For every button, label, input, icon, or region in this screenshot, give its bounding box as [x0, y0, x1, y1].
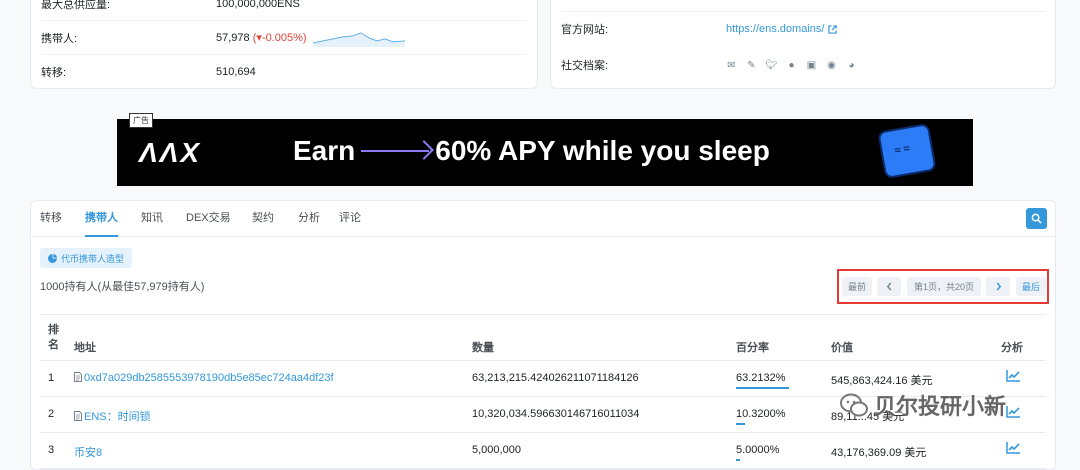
tab-contract[interactable]: 契约: [252, 201, 274, 237]
social-icons: ✉ ✎ 🐦︎ ● ▣ ◉ ◕: [726, 60, 857, 71]
search-button[interactable]: [1026, 208, 1047, 229]
holders-count-text: 1000持有人(从最佳57,979持有人): [40, 281, 205, 293]
chevron-right-icon: [996, 282, 1001, 291]
analytics-chart-icon[interactable]: [1006, 369, 1021, 382]
tab-holders[interactable]: 携带人: [85, 201, 118, 237]
row-percent-bar: [736, 387, 790, 389]
holders-label: 携带人:: [41, 32, 78, 45]
ad-tag: 广告: [129, 113, 153, 128]
table-header: 排名 地址 数量 百分率 价值 分析: [40, 314, 1046, 361]
tab-analytics[interactable]: 分析: [298, 201, 320, 237]
row-percent: 5.0000%: [736, 444, 780, 456]
row-quantity: 10,320,034.596630146716011034: [472, 408, 640, 420]
header-rank: 排名: [48, 324, 59, 351]
last-page-button[interactable]: 最后: [1016, 277, 1046, 296]
page-info: 第1页，共20页: [907, 277, 981, 296]
row-percent: 63.2132%: [736, 372, 786, 384]
website-label: 官方网站:: [561, 24, 609, 36]
social-label: 社交档案:: [561, 60, 609, 72]
row-quantity: 63,213,215.424026211071184126: [472, 372, 639, 384]
ad-logo: ΛΛX: [139, 137, 202, 168]
header-quantity: 数量: [472, 342, 494, 354]
medium-icon[interactable]: ◕: [846, 60, 857, 71]
header-address: 地址: [74, 342, 96, 354]
row-percent-bar: [736, 423, 745, 425]
tab-bar: 转移 携带人 知讯 DEX交易 契约 分析 评论: [31, 201, 1055, 237]
search-icon: [1031, 213, 1042, 224]
ad-headline: Earn 60% APY while you sleep: [293, 135, 770, 167]
row-address-link[interactable]: ENS：时间锁: [84, 411, 151, 423]
profile-card: 官方网站: https://ens.domains/ 社交档案: ✉ ✎ 🐦︎ …: [550, 0, 1056, 89]
mascot-icon: [877, 122, 937, 180]
token-overview-card: 最大总供应量: 100,000,000ENS 携带人: 57,978 (▾-0.…: [30, 0, 538, 89]
token-holders-chart-button[interactable]: 代币携带人造型: [40, 248, 133, 268]
header-percent: 百分率: [736, 342, 769, 354]
website-row: 官方网站: https://ens.domains/: [561, 12, 1045, 46]
row-address-wrap: 0xd7a029db2585553978190db5e85ec724aa4df2…: [74, 372, 334, 384]
ad-tagline: 60% APY while you sleep: [435, 135, 770, 166]
row-value: 43,176,369.09 美元: [831, 447, 927, 459]
transfers-value: 510,694: [216, 66, 256, 78]
twitter-icon[interactable]: 🐦︎: [765, 60, 778, 71]
watermark-text: 贝尔投研小新: [874, 394, 1007, 419]
tab-comments[interactable]: 评论: [339, 201, 361, 237]
row-address-wrap: 币安8: [74, 444, 102, 460]
next-page-button[interactable]: [986, 277, 1010, 296]
first-page-button[interactable]: 最前: [842, 277, 872, 296]
holders-row: 携带人: 57,978 (▾-0.005%): [41, 21, 527, 55]
contract-file-icon: [74, 372, 82, 382]
row-rank: 3: [48, 444, 55, 456]
row-value: 545,863,424.16 美元: [831, 375, 933, 387]
holders-change: (▾-0.005%): [252, 32, 307, 44]
holders-count-value: 57,978: [216, 32, 250, 44]
table-row: 3 币安8 5,000,000 5.0000% 43,176,369.09 美元: [40, 433, 1046, 469]
transfers-row: 转移: 510,694: [41, 55, 527, 89]
max-supply-row: 最大总供应量: 100,000,000ENS: [41, 0, 527, 21]
arrow-right-icon: [361, 150, 430, 152]
analytics-chart-icon[interactable]: [1006, 441, 1021, 454]
row-rank: 2: [48, 408, 55, 420]
holders-sparkline-icon: [313, 32, 405, 47]
ad-earn-text: Earn: [293, 135, 356, 166]
message-icon[interactable]: ▣: [806, 60, 817, 71]
header-value: 价值: [831, 342, 853, 354]
header-analytics: 分析: [1001, 342, 1023, 354]
row-rank: 1: [48, 372, 55, 384]
pie-chart-icon: [48, 253, 57, 263]
chevron-left-icon: [886, 282, 891, 291]
tab-transfers[interactable]: 转移: [40, 201, 62, 237]
pencil-icon[interactable]: ✎: [746, 60, 757, 71]
external-link-icon: [828, 24, 838, 34]
row-percent: 10.3200%: [736, 408, 786, 420]
chart-button-label: 代币携带人造型: [61, 253, 125, 264]
watermark: 贝尔投研小新: [840, 388, 1050, 422]
tab-dex-trades[interactable]: DEX交易: [186, 201, 231, 237]
ad-banner[interactable]: 广告 ΛΛX Earn 60% APY while you sleep: [117, 113, 973, 186]
row-address-wrap: ENS：时间锁: [74, 408, 151, 424]
prev-page-button[interactable]: [877, 277, 901, 296]
holders-value: 57,978 (▾-0.005%): [216, 31, 307, 44]
email-icon[interactable]: ✉: [726, 60, 737, 71]
max-supply-value: 100,000,000ENS: [216, 0, 300, 10]
row-quantity: 5,000,000: [472, 444, 521, 456]
wechat-logo-icon: [840, 393, 868, 417]
transfers-label: 转移:: [41, 67, 67, 79]
max-supply-label: 最大总供应量:: [41, 0, 111, 11]
social-row: 社交档案: ✉ ✎ 🐦︎ ● ▣ ◉ ◕: [561, 48, 1045, 82]
discord-icon[interactable]: ◉: [826, 60, 837, 71]
row-address-link[interactable]: 0xd7a029db2585553978190db5e85ec724aa4df2…: [84, 372, 334, 384]
row-percent-bar: [736, 459, 741, 461]
contract-file-icon: [74, 411, 82, 421]
website-link-wrap: https://ens.domains/: [726, 23, 838, 35]
website-link[interactable]: https://ens.domains/: [726, 23, 824, 35]
github-icon[interactable]: ●: [786, 60, 797, 71]
row-address-link[interactable]: 币安8: [74, 447, 102, 459]
holders-card: 转移 携带人 知讯 DEX交易 契约 分析 评论 代币携带人造型 1000持有人…: [30, 200, 1056, 470]
tab-info[interactable]: 知讯: [141, 201, 163, 237]
